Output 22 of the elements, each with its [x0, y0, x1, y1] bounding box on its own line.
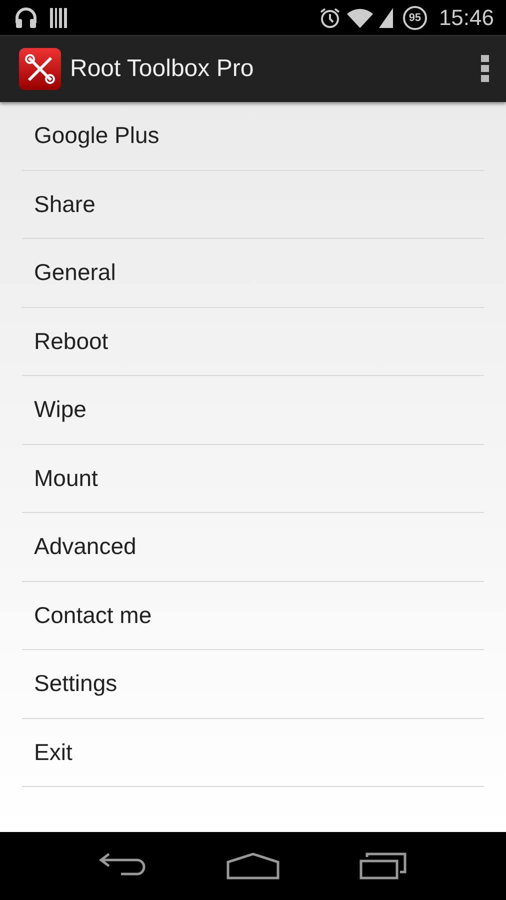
menu-item[interactable]: Reboot	[22, 308, 484, 376]
menu-item[interactable]: Settings	[22, 650, 484, 718]
recent-apps-icon[interactable]	[358, 852, 407, 880]
app-title: Root Toolbox Pro	[70, 55, 255, 83]
menu-item[interactable]: Share	[22, 170, 484, 239]
wifi-icon	[346, 8, 373, 28]
menu-item[interactable]: Contact me	[22, 582, 484, 650]
menu-item[interactable]: Advanced	[22, 513, 484, 582]
tools-icon[interactable]	[18, 47, 62, 91]
home-icon[interactable]	[226, 852, 280, 880]
clock-time: 15:46	[438, 4, 494, 30]
menu-item[interactable]: General	[22, 239, 484, 308]
menu-item[interactable]: Wipe	[22, 376, 484, 444]
barcode-icon	[50, 8, 68, 28]
menu-icon[interactable]	[480, 54, 490, 84]
menu-item[interactable]: Exit	[22, 718, 484, 787]
alarm-icon	[318, 6, 341, 28]
headphones-icon	[14, 6, 38, 28]
battery-level: 95	[402, 6, 427, 30]
menu-item[interactable]: Mount	[22, 444, 484, 513]
menu-item[interactable]: Google Plus	[22, 102, 484, 170]
signal-icon	[378, 8, 393, 28]
